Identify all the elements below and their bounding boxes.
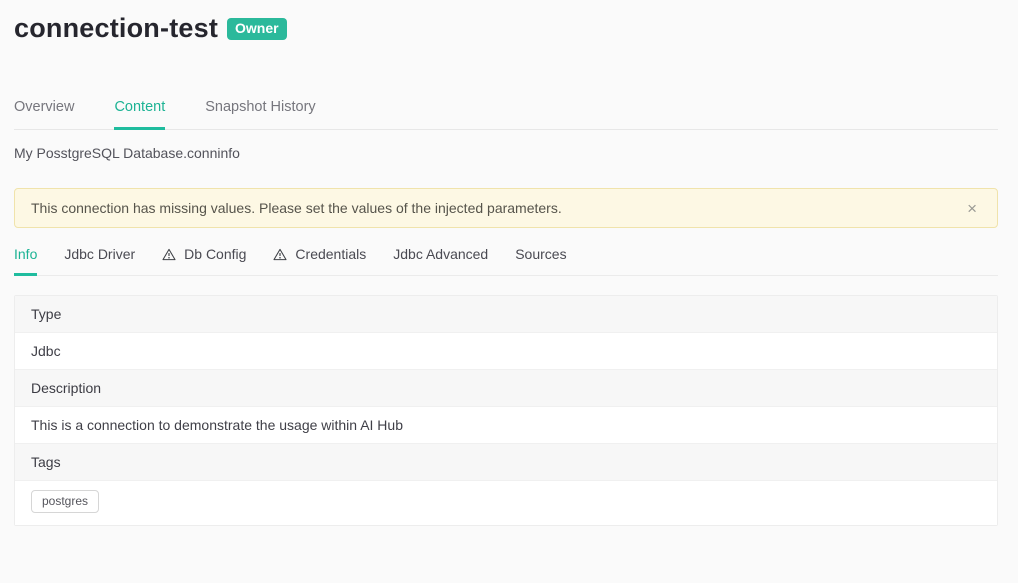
subtab-label: Sources <box>515 246 566 262</box>
page-header: connection-test Owner <box>14 0 998 44</box>
page-title: connection-test <box>14 13 218 44</box>
subtab-label: Credentials <box>295 246 366 262</box>
subtab-credentials[interactable]: Credentials <box>273 237 366 276</box>
warning-icon <box>162 248 176 261</box>
detail-label-description: Description <box>15 369 997 406</box>
missing-values-alert: This connection has missing values. Plea… <box>14 188 998 228</box>
subtab-label: Jdbc Advanced <box>393 246 488 262</box>
connection-detail-page: connection-test Owner Overview Content Sna… <box>0 0 1018 526</box>
tab-content[interactable]: Content <box>114 91 165 130</box>
detail-label-tags: Tags <box>15 443 997 480</box>
warning-icon <box>273 248 287 261</box>
section-tabs: Info Jdbc Driver Db Config Credentials Jdb… <box>14 237 998 276</box>
close-icon[interactable]: × <box>963 198 981 219</box>
detail-label-type: Type <box>15 296 997 332</box>
subtab-sources[interactable]: Sources <box>515 237 566 276</box>
subtab-label: Info <box>14 246 37 262</box>
subtab-info[interactable]: Info <box>14 237 37 276</box>
subtab-label: Jdbc Driver <box>64 246 135 262</box>
subtab-jdbc-advanced[interactable]: Jdbc Advanced <box>393 237 488 276</box>
main-tabs: Overview Content Snapshot History <box>14 91 998 130</box>
owner-badge: Owner <box>227 18 287 40</box>
detail-value-description: This is a connection to demonstrate the … <box>15 406 997 443</box>
tab-overview[interactable]: Overview <box>14 91 74 130</box>
subtab-jdbc-driver[interactable]: Jdbc Driver <box>64 237 135 276</box>
detail-value-type: Jdbc <box>15 332 997 369</box>
detail-value-tags: postgres <box>15 480 997 525</box>
connection-file-name: My PosstgreSQL Database.conninfo <box>14 130 998 161</box>
alert-message: This connection has missing values. Plea… <box>31 200 562 216</box>
subtab-db-config[interactable]: Db Config <box>162 237 246 276</box>
subtab-label: Db Config <box>184 246 246 262</box>
info-table: TypeJdbcDescriptionThis is a connection … <box>14 295 998 526</box>
tag-chip: postgres <box>31 490 99 513</box>
tab-snapshot-history[interactable]: Snapshot History <box>205 91 315 130</box>
